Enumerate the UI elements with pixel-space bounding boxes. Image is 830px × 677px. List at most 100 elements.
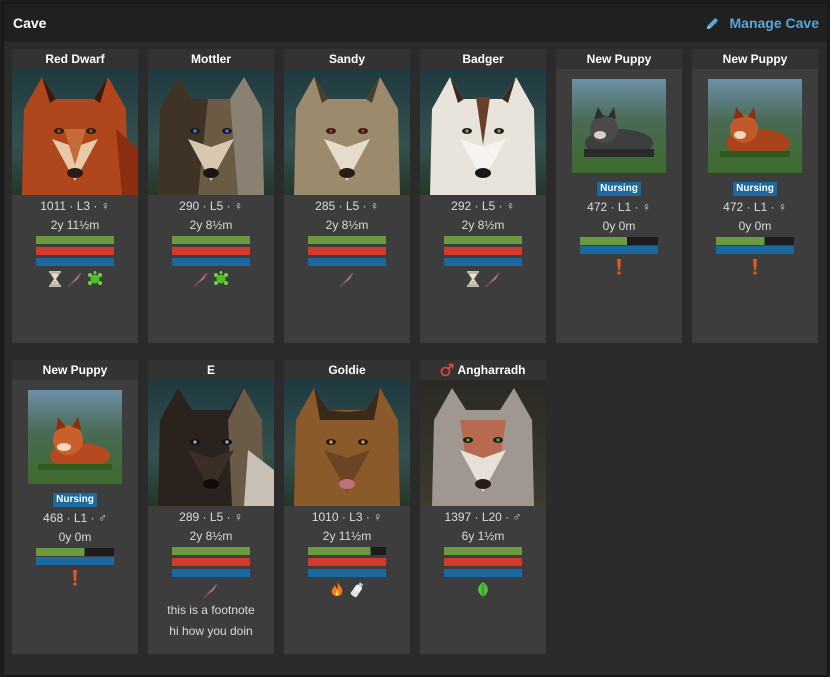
wolf-card-new-puppy-3[interactable]: New Puppy Nursing 468 · L1 · ♂ 0y 0m xyxy=(12,360,138,654)
page-title: Cave xyxy=(13,15,47,31)
status-icons xyxy=(148,580,274,600)
wolf-stats: 472 · L1 · ♀ xyxy=(587,200,651,214)
manage-cave-link[interactable]: Manage Cave xyxy=(705,15,819,31)
meter-red xyxy=(308,558,386,566)
meter-blue xyxy=(308,569,386,577)
meter-blue xyxy=(444,258,522,266)
meter-group xyxy=(580,237,658,254)
meter-red xyxy=(36,247,114,255)
wolf-stats: 468 · L1 · ♂ xyxy=(43,511,107,525)
wolf-name: Badger xyxy=(420,49,546,69)
footnote-line: this is a footnote xyxy=(167,603,255,617)
wolf-portrait-mottler[interactable] xyxy=(148,69,274,195)
wolf-name: Sandy xyxy=(284,49,410,69)
wolf-portrait-badger[interactable] xyxy=(420,69,546,195)
wolf-card-new-puppy-2[interactable]: New Puppy Nursing 472 · L1 · ♀ 0y 0m xyxy=(692,49,818,343)
wolf-portrait-red-dwarf[interactable] xyxy=(12,69,138,195)
wolf-card-new-puppy-1[interactable]: New Puppy Nursing 472 · L1 · ♀ 0y 0m xyxy=(556,49,682,343)
meter-group xyxy=(716,237,794,254)
wolf-age: 2y 11½m xyxy=(50,218,100,232)
puppy-portrait[interactable] xyxy=(572,79,666,173)
wolf-card-red-dwarf[interactable]: Red Dwarf 1011 · L3 · ♀ 2y 11½m xyxy=(12,49,138,343)
meter-group xyxy=(36,548,114,565)
meter-blue xyxy=(36,557,114,565)
exclamation-icon xyxy=(610,258,628,276)
wolf-footnote: this is a footnote hi how you doin xyxy=(148,600,274,642)
wolf-age: 0y 0m xyxy=(738,219,772,233)
wolf-name: E xyxy=(148,360,274,380)
feather-icon xyxy=(202,581,220,599)
status-icons xyxy=(420,580,546,600)
wolf-name: New Puppy xyxy=(12,360,138,380)
footnote-line: hi how you doin xyxy=(169,624,253,638)
puppy-portrait[interactable] xyxy=(708,79,802,173)
wolf-age: 2y 8½m xyxy=(461,218,505,232)
wolf-card-e[interactable]: E 289 · L5 · ♀ 2y 8½m this is a footnote… xyxy=(148,360,274,654)
cave-header: Cave Manage Cave xyxy=(4,4,827,42)
exclamation-icon xyxy=(66,569,84,587)
wolf-card-badger[interactable]: Badger 292 · L5 · ♀ 2y 8½m xyxy=(420,49,546,343)
meter-blue xyxy=(36,258,114,266)
meter-red xyxy=(172,558,250,566)
meter-green xyxy=(308,236,386,244)
wolf-card-goldie[interactable]: Goldie 1010 · L3 · ♀ 2y 11½m xyxy=(284,360,410,654)
feather-icon xyxy=(66,270,84,288)
status-icons xyxy=(692,257,818,277)
meter-red xyxy=(444,247,522,255)
wolf-portrait-angharradh[interactable] xyxy=(420,380,546,506)
meter-blue xyxy=(716,246,794,254)
nursing-badge: Nursing xyxy=(53,493,97,507)
meter-green xyxy=(444,236,522,244)
meter-group xyxy=(172,236,250,266)
wolf-age: 0y 0m xyxy=(602,219,636,233)
wolf-stats: 1010 · L3 · ♀ xyxy=(311,510,383,524)
leaf-icon xyxy=(474,581,492,599)
status-icons xyxy=(420,269,546,289)
wolf-name: New Puppy xyxy=(692,49,818,69)
meter-blue xyxy=(172,569,250,577)
wolf-age: 2y 8½m xyxy=(189,218,233,232)
meter-red xyxy=(308,247,386,255)
hourglass-icon xyxy=(464,270,482,288)
wolf-portrait-goldie[interactable] xyxy=(284,380,410,506)
wolf-name-row: Angharradh xyxy=(420,360,546,380)
meter-green xyxy=(716,237,794,245)
moss-icon xyxy=(212,270,230,288)
wolf-card-mottler[interactable]: Mottler 290 · L5 · ♀ 2y 8½m xyxy=(148,49,274,343)
wolf-stats: 292 · L5 · ♀ xyxy=(451,199,515,213)
status-icons xyxy=(12,568,138,588)
moss-icon xyxy=(86,270,104,288)
meter-group xyxy=(172,547,250,577)
manage-cave-label: Manage Cave xyxy=(729,15,819,31)
wolf-portrait-sandy[interactable] xyxy=(284,69,410,195)
status-icons xyxy=(12,269,138,289)
wolf-name: Mottler xyxy=(148,49,274,69)
wolf-stats: 285 · L5 · ♀ xyxy=(315,199,379,213)
nursing-badge: Nursing xyxy=(597,182,641,196)
wolf-age: 2y 11½m xyxy=(322,529,372,543)
wolf-stats: 472 · L1 · ♀ xyxy=(723,200,787,214)
pencil-icon xyxy=(706,17,718,29)
wolf-age: 0y 0m xyxy=(58,530,92,544)
hourglass-icon xyxy=(46,270,64,288)
meter-blue xyxy=(308,258,386,266)
meter-green xyxy=(444,547,522,555)
status-icons xyxy=(148,269,274,289)
wolf-portrait-e[interactable] xyxy=(148,380,274,506)
nursing-badge: Nursing xyxy=(733,182,777,196)
meter-group xyxy=(444,236,522,266)
meter-red xyxy=(444,558,522,566)
wolf-stats: 289 · L5 · ♀ xyxy=(179,510,243,524)
wolf-stats: 1397 · L20 · ♂ xyxy=(444,510,522,524)
puppy-portrait[interactable] xyxy=(28,390,122,484)
feather-icon xyxy=(484,270,502,288)
meter-blue xyxy=(444,569,522,577)
wolf-card-angharradh[interactable]: Angharradh 1397 · L20 · ♂ 6y 1½m xyxy=(420,360,546,654)
meter-group xyxy=(308,547,386,577)
feather-icon xyxy=(338,270,356,288)
wolf-card-sandy[interactable]: Sandy 285 · L5 · ♀ 2y 8½m xyxy=(284,49,410,343)
wolf-name: Angharradh xyxy=(457,363,526,377)
wolf-name: New Puppy xyxy=(556,49,682,69)
meter-group xyxy=(444,547,522,577)
status-icons xyxy=(284,580,410,600)
